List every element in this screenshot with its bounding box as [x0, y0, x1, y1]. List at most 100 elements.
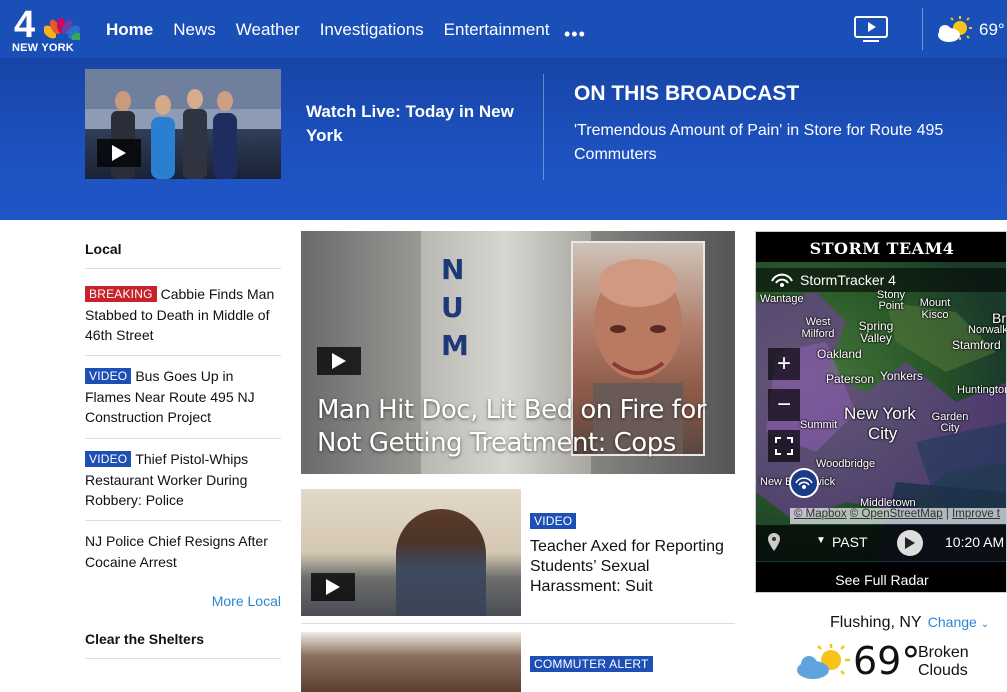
hero-story[interactable]: N U M Man Hit Doc, Lit Bed on Fire for N…	[301, 231, 735, 474]
location-icon[interactable]	[768, 533, 780, 551]
map-label: Woodbridge	[816, 458, 876, 470]
local-story-1[interactable]: BREAKING Cabbie Finds Man Stabbed to Deat…	[85, 284, 281, 346]
chevron-down-icon[interactable]: ▼	[816, 535, 826, 546]
divider	[85, 438, 281, 439]
banner-divider	[543, 74, 544, 180]
mapbox-credit-link[interactable]: © Mapbox	[794, 508, 847, 520]
zoom-in-button[interactable]: +	[768, 348, 800, 380]
stormtracker-label: StormTracker 4	[800, 272, 896, 288]
map-label: Stamford	[952, 338, 1001, 352]
nav-entertainment[interactable]: Entertainment	[444, 20, 550, 40]
story-thumbnail[interactable]	[301, 632, 521, 692]
logo-number: 4	[14, 4, 36, 46]
osm-credit-link[interactable]: © OpenStreetMap	[850, 508, 943, 520]
divider	[85, 268, 281, 269]
current-temperature: 69°	[853, 639, 921, 683]
divider	[85, 658, 281, 659]
map-label: Norwalk	[968, 324, 1007, 336]
play-icon	[326, 579, 340, 595]
local-story-text: NJ Police Chief Resigns After Cocaine Ar…	[85, 533, 268, 570]
radar-signal-icon	[795, 477, 813, 489]
broadcast-heading: ON THIS BROADCAST	[574, 82, 800, 105]
partly-cloudy-icon	[797, 644, 850, 679]
radar-signal-icon	[771, 273, 793, 287]
map-label: Stony Point	[876, 289, 906, 312]
credit-separator: |	[942, 508, 953, 520]
nav-investigations[interactable]: Investigations	[320, 20, 424, 40]
fullscreen-button[interactable]	[768, 430, 800, 462]
main-nav: Home News Weather Investigations Enterta…	[106, 20, 550, 40]
local-story-2[interactable]: VIDEO Bus Goes Up in Flames Near Route 49…	[85, 366, 281, 428]
nav-home[interactable]: Home	[106, 20, 153, 40]
change-location-link[interactable]: Change ⌄	[928, 614, 989, 630]
story-thumbnail[interactable]	[301, 489, 521, 616]
clear-shelters-title[interactable]: Clear the Shelters	[85, 631, 204, 647]
nav-news[interactable]: News	[173, 20, 216, 40]
breaking-badge: BREAKING	[85, 286, 157, 302]
improve-map-link[interactable]: Improve t	[952, 508, 1000, 520]
change-label: Change	[927, 614, 977, 630]
radar-playback-controls: ▼ PAST 10:20 AM	[756, 525, 1006, 561]
nav-divider	[922, 8, 923, 50]
more-local-link[interactable]: More Local	[212, 593, 281, 609]
map-label: Garden City	[931, 411, 969, 434]
header-temperature[interactable]: 69°	[979, 20, 1005, 40]
zoom-out-button[interactable]: −	[768, 389, 800, 421]
map-credits: © Mapbox © OpenStreetMap | Improve t	[790, 508, 1006, 524]
map-label: Wantage	[760, 293, 804, 305]
play-button[interactable]	[97, 139, 141, 167]
radar-time: 10:20 AM	[945, 534, 1005, 550]
partly-cloudy-icon[interactable]	[936, 16, 974, 44]
map-label: Summit	[800, 419, 838, 431]
play-button[interactable]	[317, 347, 361, 375]
map-label: Huntington	[957, 384, 1007, 396]
commuter-alert-badge: COMMUTER ALERT	[530, 656, 653, 672]
see-full-radar-link[interactable]: See Full Radar	[756, 566, 1006, 592]
story-text[interactable]: VIDEO Teacher Axed for Reporting Student…	[530, 513, 735, 597]
map-label: City	[868, 424, 898, 443]
map-label: Mount Kisco	[919, 297, 951, 321]
chevron-down-icon: ⌄	[980, 619, 990, 630]
map-label: Yonkers	[880, 369, 923, 383]
local-section-title[interactable]: Local	[85, 241, 122, 257]
storm-team-header: STORM TEAM4	[756, 232, 1006, 262]
weather-location: Flushing, NY Change ⌄	[830, 614, 989, 632]
live-video-thumbnail[interactable]	[85, 69, 281, 179]
story-title[interactable]: Teacher Axed for Reporting Students’ Sex…	[530, 537, 735, 597]
tv-icon[interactable]	[853, 15, 889, 43]
play-button[interactable]	[311, 573, 355, 601]
video-badge: VIDEO	[85, 451, 132, 467]
nav-weather[interactable]: Weather	[236, 20, 300, 40]
video-badge: VIDEO	[85, 368, 132, 384]
play-icon	[332, 353, 346, 369]
nbc4-logo[interactable]: 4 NEW YORK	[10, 4, 80, 54]
map-label: Spring Valley	[858, 319, 894, 345]
more-menu-button[interactable]: •••	[564, 24, 586, 45]
weather-description: Broken Clouds	[918, 644, 969, 679]
play-icon	[112, 145, 126, 161]
local-story-4[interactable]: NJ Police Chief Resigns After Cocaine Ar…	[85, 531, 281, 572]
teacher-image	[396, 509, 486, 616]
divider	[85, 520, 281, 521]
radar-widget: STORM TEAM4 StormTracker 4 Wantage Stony…	[755, 231, 1007, 593]
expand-icon	[775, 437, 793, 455]
video-badge: VIDEO	[530, 513, 577, 529]
divider	[85, 355, 281, 356]
logo-text: NEW YORK	[12, 42, 74, 54]
peacock-icon	[44, 18, 80, 40]
story-badge-wrap: COMMUTER ALERT	[530, 656, 657, 674]
map-label: New York	[844, 404, 916, 423]
play-icon	[905, 537, 915, 549]
top-navigation: 4 NEW YORK Home News Weather Investigati…	[0, 0, 1007, 58]
hero-headline[interactable]: Man Hit Doc, Lit Bed on Fire for Not Get…	[317, 394, 727, 460]
storm-team-label: STORM TEAM	[809, 239, 943, 258]
location-name: Flushing, NY	[830, 614, 922, 631]
radar-play-button[interactable]	[897, 530, 923, 556]
storm-team-number: 4	[942, 239, 955, 258]
broadcast-banner: Watch Live: Today in New York ON THIS BR…	[0, 58, 1007, 220]
location-pin-icon[interactable]	[789, 468, 819, 498]
past-selector[interactable]: PAST	[832, 534, 868, 550]
broadcast-story-link[interactable]: 'Tremendous Amount of Pain' in Store for…	[574, 119, 994, 167]
local-story-3[interactable]: VIDEO Thief Pistol-Whips Restaurant Worke…	[85, 449, 281, 511]
watch-live-link[interactable]: Watch Live: Today in New York	[306, 100, 526, 148]
